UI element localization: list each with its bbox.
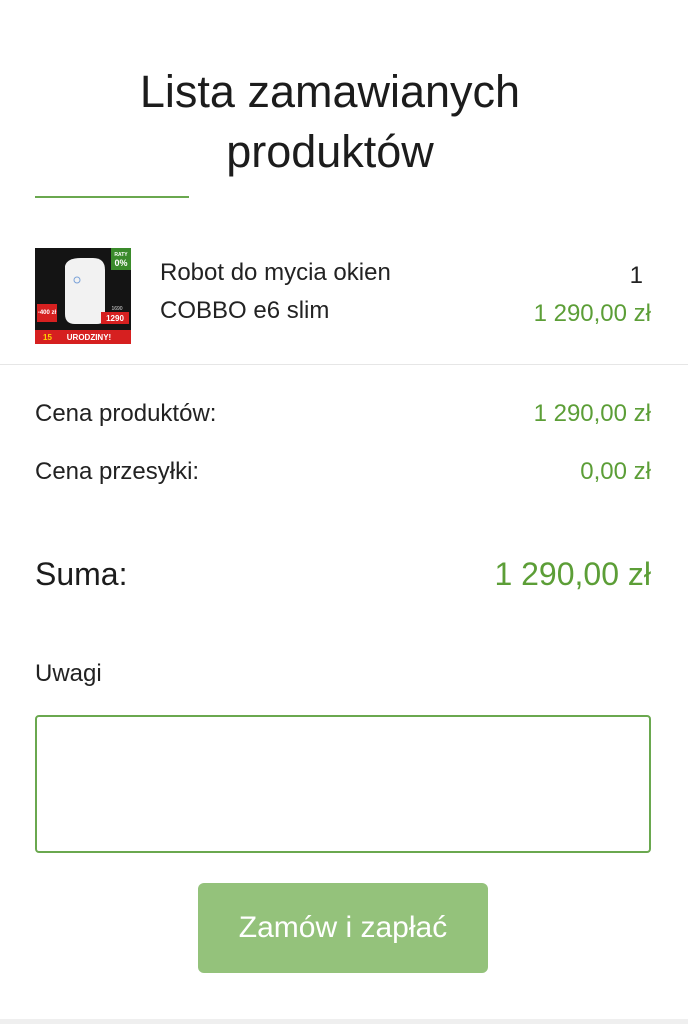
promo-amount: -400 zł [38,310,57,316]
bottom-bar [0,1019,688,1024]
order-and-pay-button[interactable]: Zamów i zapłać [198,883,488,973]
product-name-line2: COBBO e6 slim [160,297,330,324]
product-price: 1 290,00 zł [533,300,651,327]
product-name-line1: Robot do mycia okien [160,259,391,286]
shipping-price-row: Cena przesyłki: 0,00 zł [35,458,651,488]
shipping-price-label: Cena przesyłki: [35,458,200,485]
robot-illustration [65,258,105,324]
shipping-price-value: 0,00 zł [580,458,651,485]
section-divider [0,364,688,365]
total-row: Suma: 1 290,00 zł [35,556,651,596]
product-row: RATY 0% -400 zł 1690 1290 15 URODZINY! R… [35,248,651,346]
page-title-line2: produktów [226,126,434,177]
product-name[interactable]: Robot do mycia okien COBBO e6 slim [160,254,460,330]
product-quantity: 1 [629,262,643,289]
old-price: 1690 [111,306,122,312]
page-title: Lista zamawianych produktów [0,62,660,182]
total-label: Suma: [35,556,128,592]
products-price-label: Cena produktów: [35,400,217,427]
products-price-value: 1 290,00 zł [533,400,651,427]
products-price-row: Cena produktów: 1 290,00 zł [35,400,651,430]
page-title-line1: Lista zamawianych [139,66,521,117]
banner-text: URODZINY! [67,333,111,342]
title-underline [35,196,189,198]
notes-label: Uwagi [35,660,102,687]
total-value: 1 290,00 zł [494,556,651,592]
banner-number: 15 [43,333,52,342]
new-price: 1290 [106,314,124,323]
notes-textarea[interactable] [35,715,651,853]
order-summary-page: Lista zamawianych produktów RATY 0% -400… [0,0,688,1024]
product-thumbnail[interactable]: RATY 0% -400 zł 1690 1290 15 URODZINY! [35,248,131,344]
raty-badge-percent: 0% [114,258,127,268]
